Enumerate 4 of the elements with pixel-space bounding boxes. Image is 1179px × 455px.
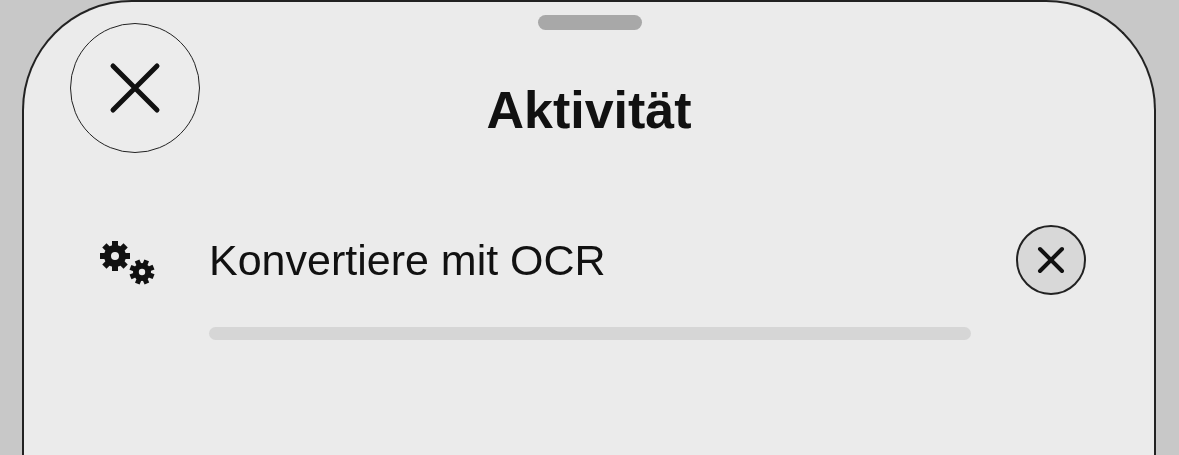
close-icon bbox=[1036, 245, 1066, 275]
drag-handle[interactable] bbox=[538, 15, 642, 30]
task-label: Konvertiere mit OCR bbox=[209, 235, 607, 285]
sheet-title: Aktivität bbox=[486, 80, 692, 140]
